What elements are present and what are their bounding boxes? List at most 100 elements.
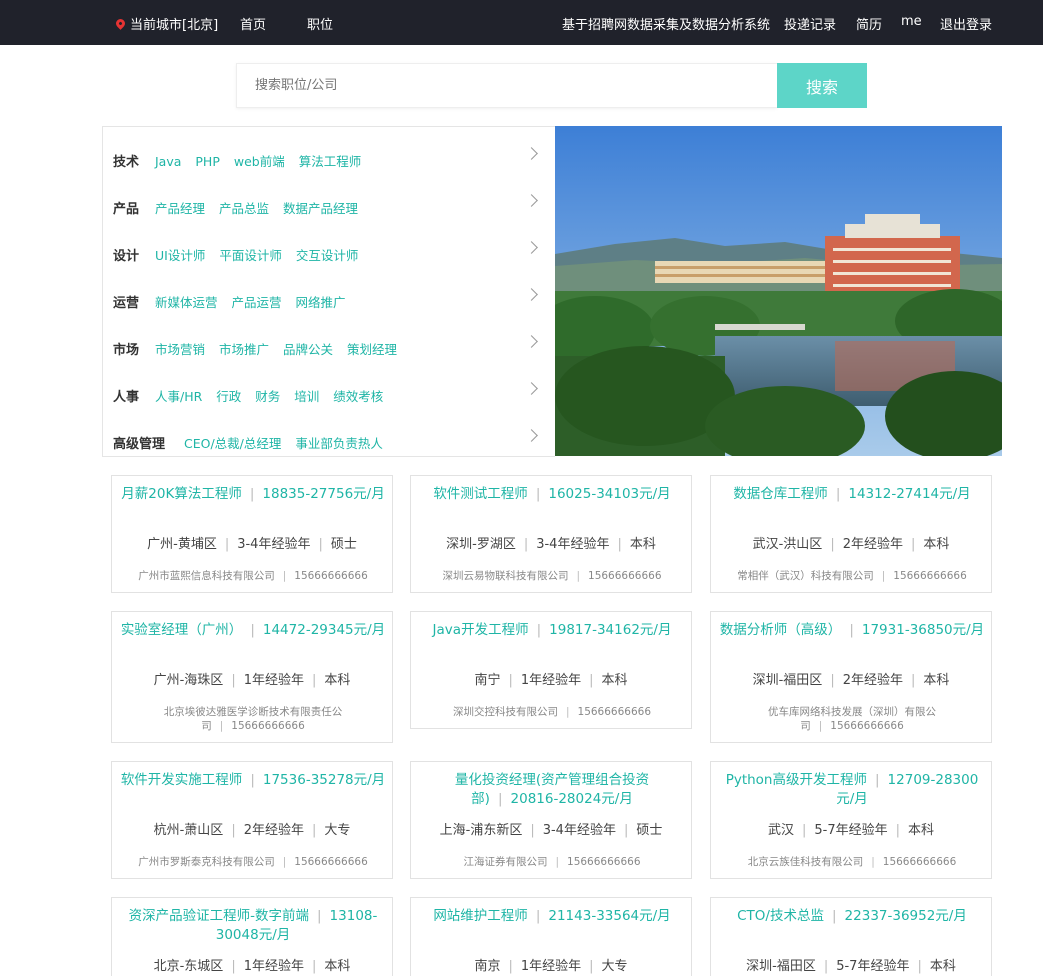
job-location: 南宁 [474, 673, 501, 688]
job-education: 本科 [324, 959, 351, 974]
job-salary: 14472-29345元/月 [262, 622, 386, 638]
job-card[interactable]: 软件测试工程师 | 16025-34103元/月 深圳-罗湖区 | 3-4年经验年 | 本科… [410, 475, 692, 593]
job-location: 上海-浦东新区 [439, 823, 523, 838]
job-phone: 15666666666 [830, 720, 904, 732]
nav-resume[interactable]: 简历 [856, 14, 882, 33]
category-row-product[interactable]: 产品 产品经理 产品总监 数据产品经理 [113, 182, 543, 229]
category-link[interactable]: 人事/HR [155, 389, 202, 404]
category-link[interactable]: 市场营销 [155, 342, 205, 357]
category-row-design[interactable]: 设计 UI设计师 平面设计师 交互设计师 [113, 229, 543, 276]
job-title[interactable]: 实验室经理（广州） [121, 622, 243, 638]
campus-banner-image[interactable] [555, 126, 1002, 456]
category-link[interactable]: 平面设计师 [219, 248, 282, 263]
job-title[interactable]: 资深产品验证工程师-数字前端 [129, 908, 309, 924]
job-experience: 1年经验年 [243, 673, 304, 688]
job-education: 本科 [629, 537, 656, 552]
category-link[interactable]: 算法工程师 [299, 154, 362, 169]
search-button[interactable]: 搜索 [777, 63, 867, 108]
job-phone: 15666666666 [893, 570, 967, 582]
search-input[interactable] [236, 63, 777, 108]
job-experience: 1年经验年 [243, 959, 304, 974]
category-row-management[interactable]: 高级管理 CEO/总裁/总经理 事业部负责热人 [113, 417, 543, 464]
category-link[interactable]: 品牌公关 [283, 342, 333, 357]
category-link[interactable]: 交互设计师 [296, 248, 359, 263]
job-experience: 3-4年经验年 [237, 537, 311, 552]
job-card[interactable]: 数据仓库工程师 | 14312-27414元/月 武汉-洪山区 | 2年经验年 | 本科 常… [710, 475, 992, 593]
job-location: 广州-海珠区 [153, 673, 224, 688]
job-card[interactable]: Java开发工程师 | 19817-34162元/月 南宁 | 1年经验年 | 本科 深圳交… [410, 611, 692, 729]
category-link[interactable]: UI设计师 [155, 248, 205, 263]
job-location: 武汉 [767, 823, 794, 838]
chevron-right-icon [525, 288, 538, 301]
job-title[interactable]: 网站维护工程师 [433, 908, 528, 924]
category-link[interactable]: 新媒体运营 [155, 295, 218, 310]
job-card[interactable]: 网站维护工程师 | 21143-33564元/月 南京 | 1年经验年 | 大专 [410, 897, 692, 976]
nav-me[interactable]: me [901, 14, 922, 29]
category-row-tech[interactable]: 技术 Java PHP web前端 算法工程师 [113, 135, 543, 182]
category-link[interactable]: Java [155, 154, 181, 169]
chevron-right-icon [525, 429, 538, 442]
category-row-hr[interactable]: 人事 人事/HR 行政 财务 培训 绩效考核 [113, 370, 543, 417]
job-experience: 1年经验年 [520, 673, 582, 688]
job-card[interactable]: 实验室经理（广州） | 14472-29345元/月 广州-海珠区 | 1年经验年 | 本科… [111, 611, 393, 743]
job-experience: 5-7年经验年 [814, 823, 888, 838]
category-title: 设计 [113, 249, 140, 264]
nav-jobs[interactable]: 职位 [307, 14, 333, 33]
job-title[interactable]: Java开发工程师 [433, 622, 529, 638]
job-location: 深圳-福田区 [752, 673, 823, 688]
category-link[interactable]: 事业部负责热人 [295, 436, 383, 451]
category-link[interactable]: 市场推广 [219, 342, 269, 357]
job-card[interactable]: 软件开发实施工程师 | 17536-35278元/月 杭州-萧山区 | 2年经验年 | 大专… [111, 761, 393, 879]
job-location: 广州-黄埔区 [147, 537, 217, 552]
category-title: 产品 [113, 202, 140, 217]
job-company: 深圳交控科技有限公司 [452, 706, 558, 718]
category-link[interactable]: 网络推广 [296, 295, 346, 310]
job-location: 深圳-福田区 [746, 959, 816, 974]
job-location: 杭州-萧山区 [153, 823, 224, 838]
category-title: 运营 [113, 296, 140, 311]
job-title[interactable]: 月薪20K算法工程师 [121, 486, 242, 502]
category-link[interactable]: 策划经理 [347, 342, 397, 357]
category-link[interactable]: 行政 [216, 389, 241, 404]
category-link[interactable]: 培训 [294, 389, 319, 404]
category-link[interactable]: 产品运营 [232, 295, 282, 310]
category-link[interactable]: 产品总监 [219, 201, 269, 216]
location-pin-icon [114, 17, 127, 30]
category-link[interactable]: 产品经理 [155, 201, 205, 216]
job-experience: 3-4年经验年 [536, 537, 610, 552]
category-link[interactable]: PHP [195, 154, 219, 169]
job-title[interactable]: 软件开发实施工程师 [121, 772, 243, 788]
job-education: 大专 [601, 959, 628, 974]
job-company: 北京云族佳科技有限公司 [747, 856, 864, 868]
nav-logout[interactable]: 退出登录 [940, 14, 992, 33]
job-card[interactable]: 资深产品验证工程师-数字前端 | 13108-30048元/月 北京-东城区 | 1年经… [111, 897, 393, 976]
nav-system-title[interactable]: 基于招聘网数据采集及数据分析系统 [562, 14, 770, 33]
nav-home[interactable]: 首页 [240, 14, 266, 33]
job-phone: 15666666666 [588, 570, 662, 582]
category-link[interactable]: 绩效考核 [333, 389, 383, 404]
job-experience: 2年经验年 [243, 823, 304, 838]
job-card[interactable]: 月薪20K算法工程师 | 18835-27756元/月 广州-黄埔区 | 3-4年经验年… [111, 475, 393, 593]
job-salary: 21143-33564元/月 [548, 908, 671, 924]
job-title[interactable]: Python高级开发工程师 [726, 772, 867, 788]
category-link[interactable]: 数据产品经理 [283, 201, 358, 216]
city-selector[interactable]: 当前城市[北京] [114, 14, 218, 33]
job-card[interactable]: CTO/技术总监 | 22337-36952元/月 深圳-福田区 | 5-7年经验年 | 本… [710, 897, 992, 976]
category-link[interactable]: CEO/总裁/总经理 [184, 436, 281, 451]
job-salary: 19817-34162元/月 [549, 622, 672, 638]
job-title[interactable]: 数据仓库工程师 [733, 486, 828, 502]
category-row-operations[interactable]: 运营 新媒体运营 产品运营 网络推广 [113, 276, 543, 323]
category-row-marketing[interactable]: 市场 市场营销 市场推广 品牌公关 策划经理 [113, 323, 543, 370]
nav-applications[interactable]: 投递记录 [784, 14, 836, 33]
job-title[interactable]: 软件测试工程师 [433, 486, 528, 502]
job-education: 硕士 [636, 823, 663, 838]
job-card[interactable]: 量化投资经理(资产管理组合投资部) | 20816-28024元/月 上海-浦东新区… [410, 761, 692, 879]
job-card[interactable]: Python高级开发工程师 | 12709-28300元/月 武汉 | 5-7年经验年 |… [710, 761, 992, 879]
category-link[interactable]: web前端 [234, 154, 285, 169]
category-menu: 技术 Java PHP web前端 算法工程师 产品 产品经理 产品总监 数据产… [102, 126, 555, 457]
job-title[interactable]: 数据分析师（高级） [720, 622, 842, 638]
job-card[interactable]: 数据分析师（高级） | 17931-36850元/月 深圳-福田区 | 2年经验年 | 本科… [710, 611, 992, 743]
job-title[interactable]: CTO/技术总监 [737, 908, 824, 924]
category-link[interactable]: 财务 [255, 389, 280, 404]
category-title: 高级管理 [113, 437, 166, 452]
